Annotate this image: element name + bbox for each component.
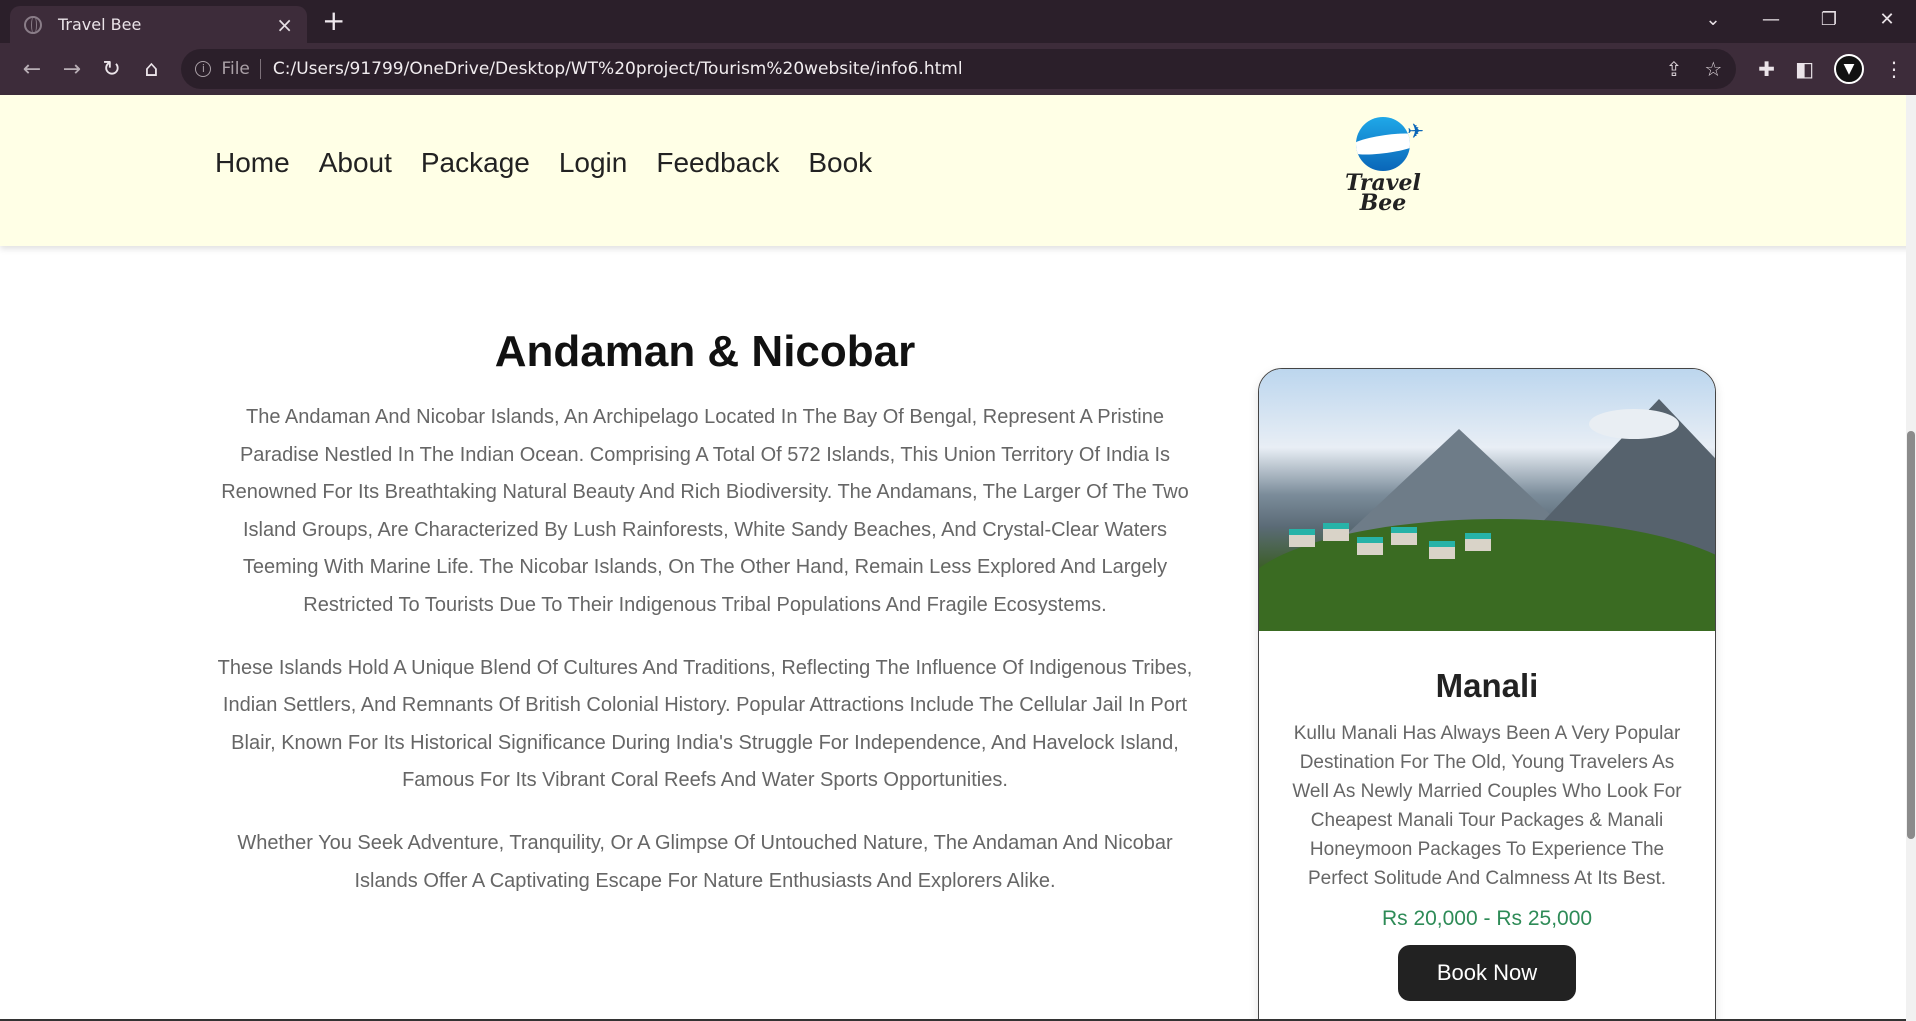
- info-icon[interactable]: i: [195, 61, 212, 77]
- logo-wave-icon: [1356, 117, 1410, 171]
- new-tab-button[interactable]: +: [322, 6, 345, 36]
- close-window-icon[interactable]: ✕: [1858, 9, 1916, 30]
- tab-title: Travel Bee: [58, 15, 142, 34]
- scrollbar-thumb[interactable]: [1907, 431, 1915, 839]
- profile-icon[interactable]: ▼: [1833, 54, 1864, 84]
- nav-feedback[interactable]: Feedback: [656, 147, 779, 179]
- main-nav: Home About Package Login Feedback Book: [215, 147, 872, 179]
- browser-tab[interactable]: Travel Bee ×: [10, 6, 307, 43]
- omnibox-actions: ⇪ ☆: [1666, 57, 1723, 81]
- address-separator: [259, 59, 261, 79]
- address-scheme: File: [221, 59, 250, 79]
- logo-line-2: Bee: [1359, 190, 1407, 216]
- kebab-menu-icon[interactable]: ⋮: [1884, 57, 1904, 81]
- article-paragraph-2: These Islands Hold A Unique Blend Of Cul…: [217, 656, 1193, 792]
- travel-bee-logo[interactable]: ✈ Travel Bee: [1338, 117, 1428, 216]
- restore-icon[interactable]: ❐: [1800, 9, 1858, 30]
- card-price: Rs 20,000 - Rs 25,000: [1381, 907, 1593, 930]
- nav-about[interactable]: About: [319, 147, 392, 179]
- share-icon[interactable]: ⇪: [1666, 57, 1683, 81]
- village-houses: [1279, 519, 1499, 589]
- tab-search-icon[interactable]: ⌄: [1684, 9, 1742, 30]
- card-description: Kullu Manali Has Always Been A Very Popu…: [1292, 723, 1682, 889]
- site-header: Home About Package Login Feedback Book ✈…: [0, 95, 1916, 246]
- page-viewport: Home About Package Login Feedback Book ✈…: [0, 95, 1916, 1021]
- manali-photo: [1259, 369, 1715, 631]
- logo-text: Travel Bee: [1338, 172, 1428, 216]
- sidepanel-icon[interactable]: ◧: [1795, 57, 1814, 81]
- book-now-button[interactable]: Book Now: [1398, 945, 1576, 1001]
- extension-area: ✚ ◧ ▼ ⋮: [1758, 54, 1904, 84]
- home-icon[interactable]: ⌂: [132, 57, 172, 82]
- close-tab-icon[interactable]: ×: [276, 13, 293, 37]
- article-paragraph-3: Whether You Seek Adventure, Tranquility,…: [237, 831, 1173, 892]
- nav-package[interactable]: Package: [421, 147, 530, 179]
- extensions-icon[interactable]: ✚: [1758, 57, 1775, 81]
- card-title: Manali: [1435, 667, 1539, 704]
- back-icon[interactable]: ←: [12, 57, 52, 82]
- star-icon[interactable]: ☆: [1704, 57, 1722, 81]
- snow-cap: [1589, 409, 1679, 439]
- browser-toolbar: ← → ↻ ⌂ i File C:/Users/91799/OneDrive/D…: [0, 43, 1916, 95]
- globe-icon: [24, 15, 42, 34]
- minimize-icon[interactable]: —: [1742, 9, 1800, 30]
- nav-book[interactable]: Book: [808, 147, 872, 179]
- destination-article: Andaman & Nicobar The Andaman And Nicoba…: [205, 327, 1205, 925]
- airplane-icon: ✈: [1407, 119, 1424, 143]
- article-paragraph-1: The Andaman And Nicobar Islands, An Arch…: [221, 406, 1189, 616]
- page-scrollbar[interactable]: [1906, 95, 1916, 1021]
- window-controls: ⌄ — ❐ ✕: [1684, 0, 1916, 38]
- nav-home[interactable]: Home: [215, 147, 290, 179]
- reload-icon[interactable]: ↻: [92, 57, 132, 82]
- package-card: Manali Kullu Manali Has Always Been A Ve…: [1258, 368, 1716, 1021]
- browser-tab-strip: Travel Bee × + ⌄ — ❐ ✕: [0, 0, 1916, 43]
- forward-icon[interactable]: →: [52, 57, 92, 82]
- nav-login[interactable]: Login: [559, 147, 628, 179]
- address-bar[interactable]: i File C:/Users/91799/OneDrive/Desktop/W…: [181, 49, 1737, 89]
- page-title: Andaman & Nicobar: [494, 327, 916, 376]
- address-url[interactable]: C:/Users/91799/OneDrive/Desktop/WT%20pro…: [273, 59, 1666, 79]
